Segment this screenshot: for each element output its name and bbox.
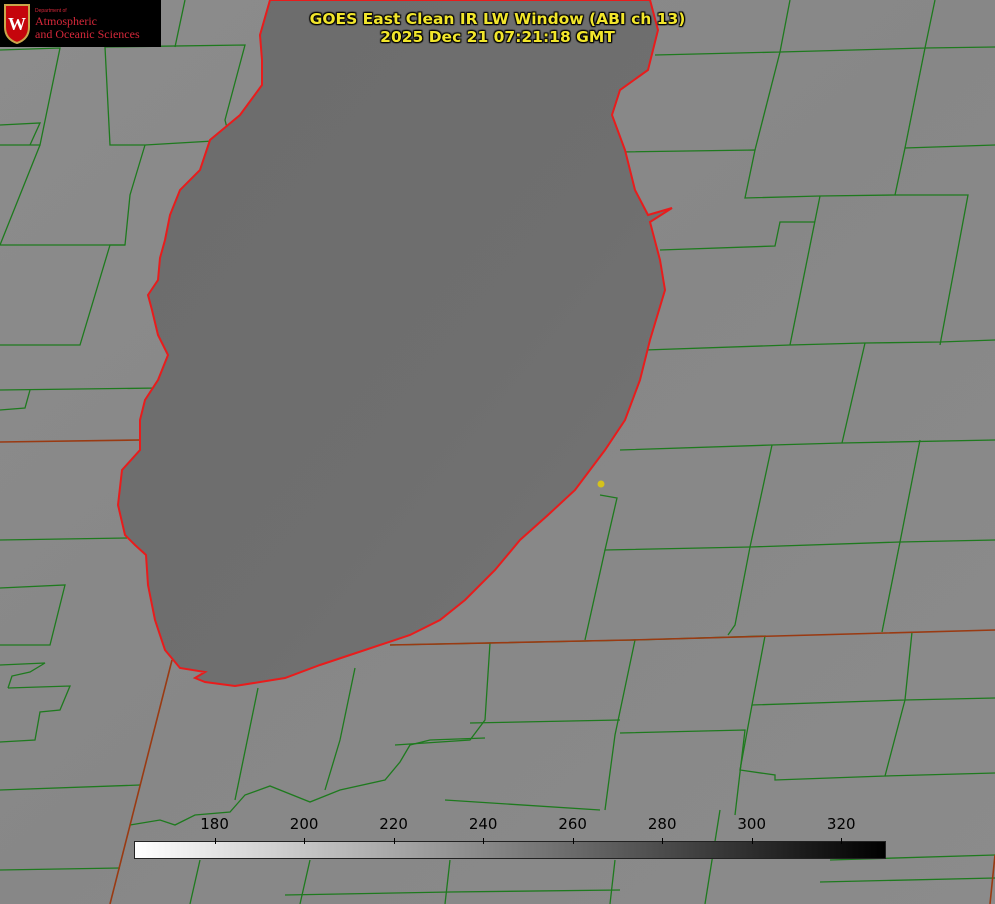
image-title: GOES East Clean IR LW Window (ABI ch 13)… [0,10,995,46]
colorbar-tick-label-280: 280 [647,815,677,833]
colorbar-tick-label-200: 200 [289,815,319,833]
colorbar-tick-mark-260 [572,838,574,844]
colorbar-tick-mark-240 [483,838,485,844]
colorbar-tick-mark-300 [751,838,753,844]
colorbar-tick-mark-220 [393,838,395,844]
colorbar-tick-label-240: 240 [468,815,498,833]
colorbar-tick-label-320: 320 [826,815,856,833]
satellite-image-viewer[interactable]: W Department of Atmospheric and Oceanic … [0,0,995,904]
title-product: GOES East Clean IR LW Window (ABI ch 13) [309,10,686,28]
ir-imagery-map [0,0,995,904]
colorbar-tick-label-300: 300 [737,815,767,833]
colorbar-tick-label-260: 260 [558,815,587,833]
colorbar-tick-mark-200 [304,838,306,844]
colorbar-tick-mark-320 [841,838,843,844]
location-marker [597,480,605,488]
title-timestamp: 2025 Dec 21 07:21:18 GMT [380,28,615,46]
colorbar-tick-label-180: 180 [200,815,229,833]
brightness-temperature-colorbar [134,841,886,859]
colorbar-tick-label-220: 220 [379,815,408,833]
colorbar-tick-mark-280 [662,838,664,844]
colorbar-tick-mark-180 [214,838,216,844]
